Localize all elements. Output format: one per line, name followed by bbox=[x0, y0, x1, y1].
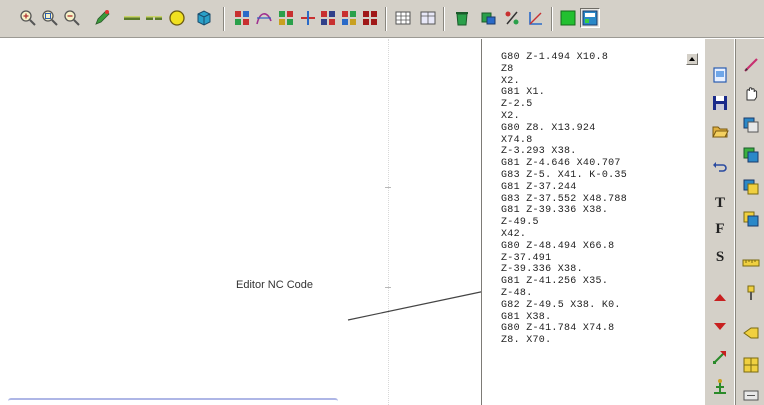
arrow-up-icon bbox=[689, 57, 695, 61]
nc-code-editor[interactable]: G80 Z-1.494 X10.8 Z8 X2. G81 X1. Z-2.5 X2. G80… bbox=[481, 39, 703, 405]
pencil-tool-icon[interactable] bbox=[92, 8, 112, 28]
arrow-down-icon[interactable] bbox=[710, 315, 730, 335]
percent-tool-icon[interactable] bbox=[502, 8, 522, 28]
new-file-icon[interactable] bbox=[710, 65, 730, 85]
nc-code-line[interactable]: G80 Z8. X13.924 bbox=[501, 123, 685, 135]
nc-code-line[interactable]: G81 Z-4.646 X40.707 bbox=[501, 158, 685, 170]
main-toolbar bbox=[0, 0, 764, 38]
axis-guide-line bbox=[388, 39, 389, 405]
tool-yellow-icon[interactable] bbox=[741, 323, 761, 343]
nc-code-line[interactable]: X2. bbox=[501, 76, 685, 88]
zoom-out-icon[interactable] bbox=[62, 8, 82, 28]
nc-code-text[interactable]: G80 Z-1.494 X10.8 Z8 X2. G81 X1. Z-2.5 X2. G80… bbox=[501, 52, 685, 347]
axis-tick bbox=[385, 187, 391, 188]
nc-code-line[interactable]: Z-39.336 X38. bbox=[501, 264, 685, 276]
f-letter-button[interactable]: F bbox=[710, 219, 730, 239]
f-letter: F bbox=[715, 220, 725, 237]
drawing-canvas[interactable] bbox=[0, 39, 480, 405]
pencil-red-icon[interactable] bbox=[741, 55, 761, 75]
t-letter-button[interactable]: T bbox=[710, 193, 730, 213]
open-folder-icon[interactable] bbox=[710, 121, 730, 141]
line-solid-icon[interactable] bbox=[122, 8, 142, 28]
cube-icon[interactable] bbox=[194, 8, 214, 28]
nc-code-line[interactable]: Z-48. bbox=[501, 288, 685, 300]
toolbar-separator bbox=[385, 7, 387, 31]
s-letter-button[interactable]: S bbox=[710, 247, 730, 267]
angle-tool-icon[interactable] bbox=[526, 8, 546, 28]
nc-code-line[interactable]: Z-37.491 bbox=[501, 253, 685, 265]
axis-tick bbox=[385, 287, 391, 288]
callout-label: Editor NC Code bbox=[236, 279, 314, 291]
layers-icon[interactable] bbox=[741, 115, 761, 135]
nc-code-line[interactable]: G82 Z-49.5 X38. K0. bbox=[501, 300, 685, 312]
hand-icon[interactable] bbox=[741, 83, 761, 103]
drill-icon[interactable] bbox=[741, 283, 761, 303]
nc-code-line[interactable]: Z-49.5 bbox=[501, 217, 685, 229]
zoom-window-icon[interactable] bbox=[40, 8, 60, 28]
curve-icon[interactable] bbox=[254, 8, 274, 28]
vertical-toolbar-tools bbox=[735, 39, 764, 405]
bin-icon[interactable] bbox=[452, 8, 472, 28]
nc-code-line[interactable]: G81 X1. bbox=[501, 87, 685, 99]
nc-code-line[interactable]: G81 Z-41.256 X35. bbox=[501, 276, 685, 288]
nc-code-line[interactable]: Z8. X70. bbox=[501, 335, 685, 347]
toolbar-separator bbox=[551, 7, 553, 31]
nc-code-line[interactable]: X2. bbox=[501, 111, 685, 123]
nc-code-line[interactable]: X74.8 bbox=[501, 135, 685, 147]
split-icon[interactable] bbox=[298, 8, 318, 28]
nc-code-line[interactable]: G81 X38. bbox=[501, 312, 685, 324]
grid-yellow-icon[interactable] bbox=[741, 355, 761, 375]
t-letter: T bbox=[714, 194, 725, 211]
nc-code-line[interactable]: G83 Z-37.552 X48.788 bbox=[501, 194, 685, 206]
nc-code-line[interactable]: G80 Z-48.494 X66.8 bbox=[501, 241, 685, 253]
toolbar-separator bbox=[443, 7, 445, 31]
nc-code-line[interactable]: Z-2.5 bbox=[501, 99, 685, 111]
grid-red-icon[interactable] bbox=[232, 8, 252, 28]
toolpath-stroke bbox=[8, 398, 338, 403]
arrow-up-icon[interactable] bbox=[710, 289, 730, 309]
blocks-icon[interactable] bbox=[318, 8, 338, 28]
table-alt-icon[interactable] bbox=[418, 8, 438, 28]
more-icon[interactable] bbox=[741, 385, 761, 405]
layers-green-icon[interactable] bbox=[741, 145, 761, 165]
nc-code-line[interactable]: X42. bbox=[501, 229, 685, 241]
toolbar-separator bbox=[223, 7, 225, 31]
nc-code-line[interactable]: Z-3.293 X38. bbox=[501, 146, 685, 158]
tree-icon[interactable] bbox=[710, 377, 730, 397]
circle-icon[interactable] bbox=[167, 8, 187, 28]
line-dashed-icon[interactable] bbox=[144, 8, 164, 28]
vertical-toolbar-file: T F S bbox=[704, 39, 734, 405]
nc-code-line[interactable]: Z8 bbox=[501, 64, 685, 76]
grid-green-icon[interactable] bbox=[276, 8, 296, 28]
layers-yellow-icon[interactable] bbox=[741, 177, 761, 197]
nc-code-line[interactable]: G80 Z-1.494 X10.8 bbox=[501, 52, 685, 64]
layers-blue-icon[interactable] bbox=[741, 209, 761, 229]
scroll-up-button[interactable] bbox=[686, 53, 698, 65]
nc-code-line[interactable]: G81 Z-37.244 bbox=[501, 182, 685, 194]
nc-code-line[interactable]: G81 Z-39.336 X38. bbox=[501, 205, 685, 217]
blocks-dark-icon[interactable] bbox=[360, 8, 380, 28]
s-letter: S bbox=[715, 248, 725, 265]
panel-icon[interactable] bbox=[580, 8, 600, 28]
ruler-icon[interactable] bbox=[741, 253, 761, 273]
undo-icon[interactable] bbox=[710, 157, 730, 177]
blocks-mixed-icon[interactable] bbox=[339, 8, 359, 28]
green-square-icon[interactable] bbox=[558, 8, 578, 28]
nc-code-line[interactable]: G83 Z-5. X41. K-0.35 bbox=[501, 170, 685, 182]
chip-icon[interactable] bbox=[478, 8, 498, 28]
nc-code-line[interactable]: G80 Z-41.784 X74.8 bbox=[501, 323, 685, 335]
save-icon[interactable] bbox=[710, 93, 730, 113]
arrow-diag-icon[interactable] bbox=[710, 347, 730, 367]
zoom-in-icon[interactable] bbox=[18, 8, 38, 28]
table-icon[interactable] bbox=[393, 8, 413, 28]
